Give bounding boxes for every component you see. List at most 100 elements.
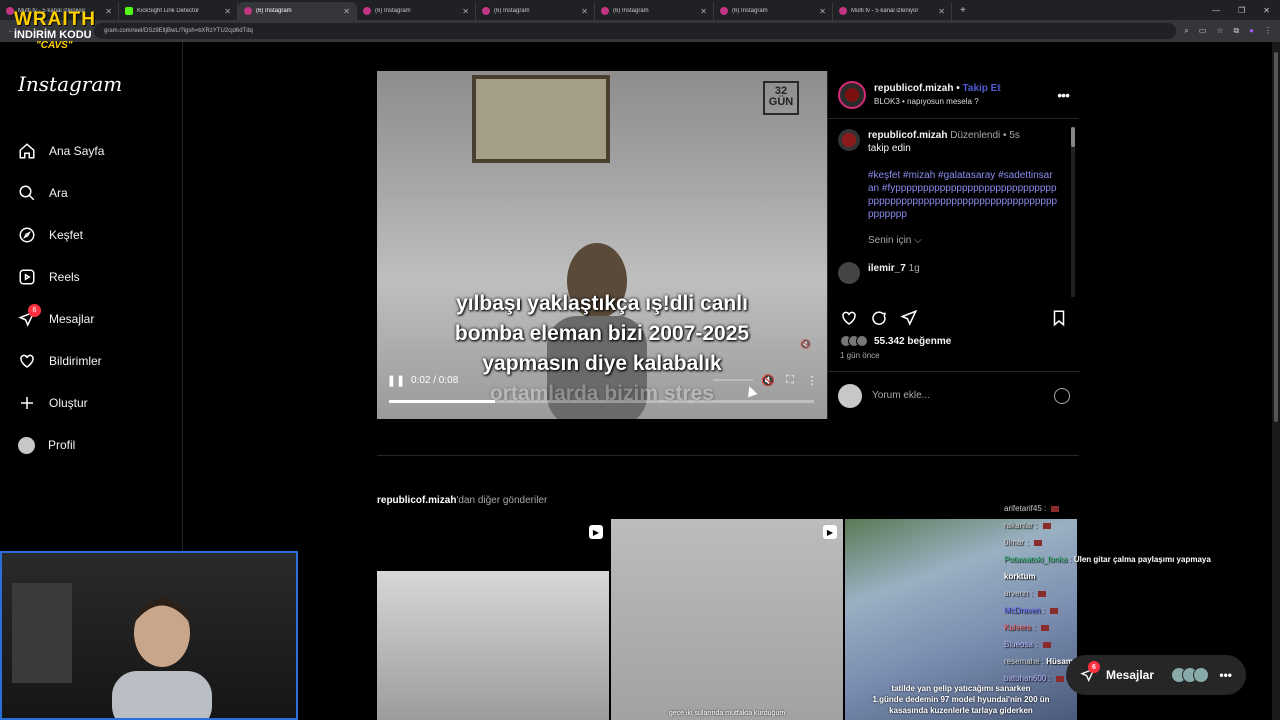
- sidebar-item-label: Profil: [48, 438, 76, 452]
- tab-close-icon[interactable]: ✕: [462, 7, 469, 16]
- author-avatar[interactable]: [838, 80, 866, 109]
- chat-username[interactable]: resemahe: [1004, 657, 1040, 666]
- tab-close-icon[interactable]: ✕: [938, 7, 945, 16]
- tab-title: (6) Instagram: [732, 8, 768, 14]
- share-icon[interactable]: [900, 309, 918, 327]
- chat-emote-icon: [1042, 522, 1051, 529]
- volume-slider[interactable]: [713, 379, 753, 381]
- zoom-icon[interactable]: ⌕: [1184, 26, 1188, 36]
- reels-icon: [19, 269, 35, 285]
- sidebar-item-profile[interactable]: Profil: [18, 424, 104, 466]
- search-icon: [19, 185, 35, 201]
- post-thumbnail[interactable]: ▶ gece iki sularında mutfakta kurduğum: [611, 519, 843, 720]
- comments-scrollbar[interactable]: [1071, 127, 1075, 297]
- instagram-logo[interactable]: Instagram: [18, 72, 122, 96]
- volume-muted-icon[interactable]: 🔇: [761, 373, 775, 387]
- commenter-avatar[interactable]: [838, 262, 860, 284]
- like-heart-icon[interactable]: [840, 309, 858, 327]
- chat-username[interactable]: 0lmar: [1004, 538, 1024, 547]
- post-thumbnail[interactable]: ▶: [377, 519, 609, 720]
- chat-username[interactable]: Blueosa: [1004, 640, 1033, 649]
- likes-row[interactable]: 55.342 beğenme: [840, 335, 1068, 347]
- more-posts-user[interactable]: republicof.mizah: [377, 495, 456, 506]
- profile-icon[interactable]: ●: [1249, 26, 1254, 36]
- sidebar-item-create[interactable]: Oluştur: [18, 382, 104, 424]
- sidebar-item-search[interactable]: Ara: [18, 172, 104, 214]
- more-icon[interactable]: •••: [1219, 668, 1232, 682]
- fullscreen-icon[interactable]: ⛶: [783, 373, 797, 387]
- chat-username[interactable]: McDraven: [1004, 606, 1040, 615]
- caption-line: bomba eleman bizi 2007-2025: [454, 322, 750, 345]
- comments-section: republicof.mizah Düzenlendi • 5s takip e…: [828, 119, 1080, 301]
- tab-close-icon[interactable]: ✕: [343, 7, 350, 16]
- chat-text: korktum: [1004, 572, 1036, 581]
- pause-icon[interactable]: ❚❚: [387, 373, 405, 387]
- comment-icon[interactable]: [870, 309, 888, 327]
- tab-close-icon[interactable]: ✕: [224, 7, 231, 16]
- chat-username[interactable]: Potawatoki_fonka: [1004, 555, 1067, 564]
- tab-close-icon[interactable]: ✕: [819, 7, 826, 16]
- more-options-icon[interactable]: •••: [1057, 87, 1070, 103]
- follow-button[interactable]: Takip Et: [963, 83, 1001, 94]
- video-more-icon[interactable]: ⋮: [805, 373, 819, 387]
- comment-input[interactable]: Yorum ekle...: [872, 390, 930, 401]
- chat-message: arvenn :: [1004, 585, 1274, 602]
- audio-info[interactable]: BLOK3 • napıyosun mesela ?: [874, 97, 1001, 106]
- chat-username[interactable]: Kulvera: [1004, 623, 1031, 632]
- maximize-icon[interactable]: ❐: [1238, 6, 1245, 15]
- chat-message: Kulvera :: [1004, 619, 1274, 636]
- sidebar-item-reels[interactable]: Reels: [18, 256, 104, 298]
- caption-edited: Düzenlendi • 5s: [950, 130, 1020, 141]
- browser-tab[interactable]: KickSight Link Detector ✕: [119, 2, 238, 20]
- bookmark-star-icon[interactable]: ☆: [1216, 26, 1223, 36]
- browser-tab[interactable]: (6) Instagram ✕: [595, 2, 714, 20]
- save-bookmark-icon[interactable]: [1050, 309, 1068, 327]
- hashtags[interactable]: #keşfet #mizah #galatasaray #sadettinsar…: [868, 169, 1058, 221]
- streamer-webcam: [0, 551, 298, 720]
- new-tab-button[interactable]: +: [952, 5, 974, 16]
- browser-tab[interactable]: (6) Instagram ✕: [357, 2, 476, 20]
- chat-message: Blueosa :: [1004, 636, 1274, 653]
- reel-icon: ▶: [823, 525, 837, 539]
- likes-count: 55.342 beğenme: [874, 335, 952, 347]
- url-field[interactable]: gram.com/reel/DSz9EltjBwL/?igsh=bXRzYTU2…: [94, 23, 1177, 39]
- caption-username[interactable]: republicof.mizah: [868, 130, 947, 141]
- comment-time: 1g: [908, 263, 920, 274]
- address-bar-row: ← gram.com/reel/DSz9EltjBwL/?igsh=bXRzYT…: [0, 20, 1280, 42]
- sidebar-item-explore[interactable]: Keşfet: [18, 214, 104, 256]
- author-avatar[interactable]: [838, 129, 860, 151]
- chat-username[interactable]: rakanlar: [1004, 521, 1033, 530]
- browser-tab[interactable]: Multi tv - 5 kanal izleniyor ✕: [833, 2, 952, 20]
- tab-title: (6) Instagram: [613, 8, 649, 14]
- post-header: republicof.mizah • Takip Et BLOK3 • napı…: [828, 71, 1079, 119]
- tab-close-icon[interactable]: ✕: [581, 7, 588, 16]
- chat-username[interactable]: batuhan600: [1004, 674, 1046, 683]
- chat-username[interactable]: arifetarif45: [1004, 504, 1042, 513]
- sidebar-item-label: Keşfet: [49, 228, 84, 242]
- video-progress-bar[interactable]: [389, 400, 814, 403]
- reel-video[interactable]: 32 GÜN yılbaşı yaklaştıkça ış!dli canlı …: [377, 71, 827, 419]
- emoji-icon[interactable]: [1054, 387, 1070, 404]
- sidebar-item-label: Ara: [49, 186, 68, 200]
- close-window-icon[interactable]: ✕: [1263, 6, 1270, 15]
- messages-floating-button[interactable]: 6 Mesajlar •••: [1066, 655, 1246, 695]
- sidebar-item-notifications[interactable]: Bildirimler: [18, 340, 104, 382]
- tab-close-icon[interactable]: ✕: [700, 7, 707, 16]
- extensions-icon[interactable]: ⧉: [1233, 26, 1239, 36]
- browser-tab[interactable]: (6) Instagram ✕: [476, 2, 595, 20]
- browser-tab[interactable]: (6) Instagram ✕: [238, 2, 357, 20]
- tab-favicon-icon: [6, 7, 14, 15]
- browser-tab[interactable]: (6) Instagram ✕: [714, 2, 833, 20]
- author-username[interactable]: republicof.mizah: [874, 83, 953, 94]
- menu-icon[interactable]: ⋮: [1264, 26, 1272, 36]
- tab-close-icon[interactable]: ✕: [105, 7, 112, 16]
- minimize-icon[interactable]: —: [1212, 6, 1220, 15]
- cast-icon[interactable]: ▭: [1199, 26, 1207, 36]
- for-you-dropdown[interactable]: Senin için ⌵: [868, 235, 1070, 246]
- comment-username[interactable]: ilemir_7: [868, 263, 906, 274]
- chat-emote-icon: [1050, 607, 1059, 614]
- sidebar-item-messages[interactable]: 6 Mesajlar: [18, 298, 104, 340]
- chat-username[interactable]: arvenn: [1004, 589, 1028, 598]
- sidebar-item-home[interactable]: Ana Sayfa: [18, 130, 104, 172]
- tab-title: (6) Instagram: [375, 8, 411, 14]
